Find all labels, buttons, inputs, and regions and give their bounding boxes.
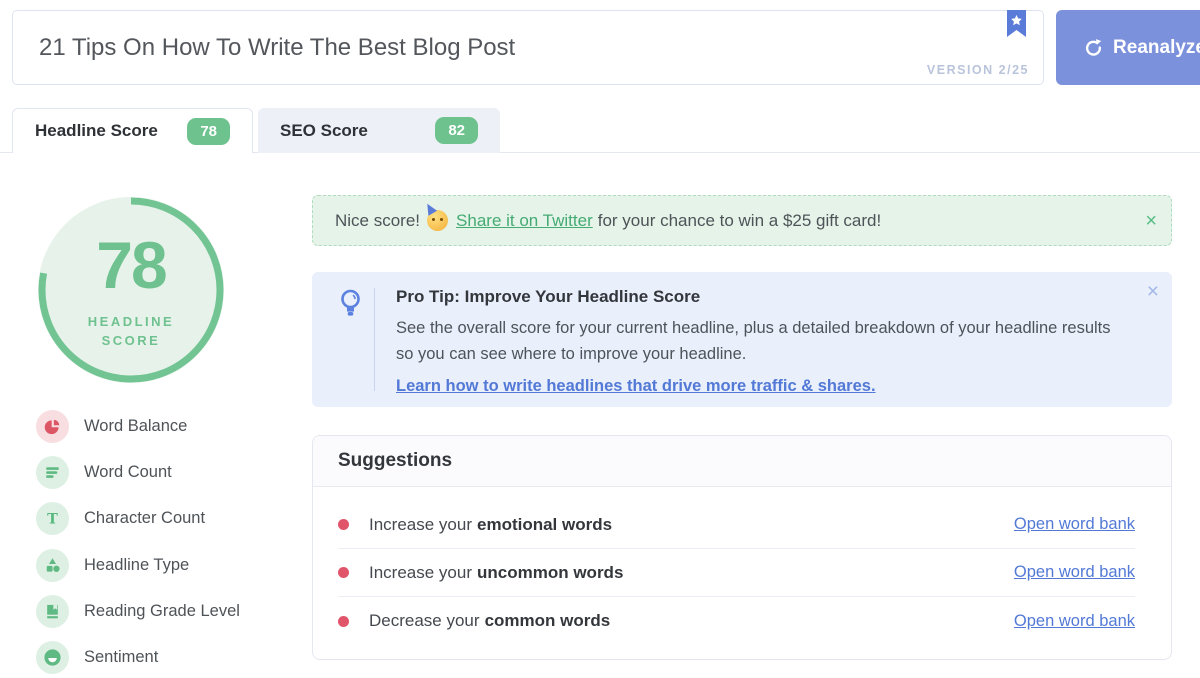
bookmark-icon[interactable] [1007, 10, 1026, 38]
headline-score-badge: 78 [187, 118, 230, 145]
reanalyze-label: Reanalyze [1113, 37, 1200, 59]
suggestion-row-common: Decrease your common words Open word bank [338, 597, 1135, 645]
tab-seo-label: SEO Score [280, 121, 368, 141]
lightbulb-icon [338, 289, 363, 319]
factor-label: Reading Grade Level [84, 602, 240, 621]
factor-headline-type[interactable]: Headline Type [36, 542, 240, 588]
shapes-icon [36, 549, 69, 582]
pie-chart-icon [36, 410, 69, 443]
banner-text-after: for your chance to win a $25 gift card! [598, 211, 882, 231]
headline-text[interactable]: 21 Tips On How To Write The Best Blog Po… [39, 34, 515, 62]
refresh-icon [1084, 37, 1103, 58]
smiley-icon [36, 641, 69, 674]
open-word-bank-link[interactable]: Open word bank [1014, 515, 1135, 534]
factor-list: Word Balance Word Count T Character Coun… [36, 403, 240, 678]
gauge-score-label: HEADLINE SCORE [71, 313, 191, 351]
suggestion-highlight: emotional words [477, 515, 612, 534]
seo-score-badge: 82 [435, 117, 478, 144]
factor-label: Headline Type [84, 556, 189, 575]
reanalyze-button[interactable]: Reanalyze [1056, 10, 1200, 85]
suggestion-highlight: common words [485, 611, 611, 630]
factor-sentiment[interactable]: Sentiment [36, 634, 240, 678]
party-face-emoji-icon [427, 210, 448, 231]
suggestion-text: Increase your [369, 563, 472, 582]
factor-label: Word Balance [84, 417, 187, 436]
suggestions-title: Suggestions [313, 436, 1171, 487]
version-label: VERSION 2/25 [927, 63, 1029, 77]
share-banner: Nice score! Share it on Twitter for your… [312, 195, 1172, 246]
headline-input[interactable]: 21 Tips On How To Write The Best Blog Po… [12, 10, 1044, 85]
suggestion-row-emotional: Increase your emotional words Open word b… [338, 501, 1135, 549]
headline-score-gauge: 78 HEADLINE SCORE [36, 195, 226, 385]
share-twitter-link[interactable]: Share it on Twitter [456, 211, 593, 231]
suggestion-text: Decrease your [369, 611, 480, 630]
pro-tip-title: Pro Tip: Improve Your Headline Score [396, 287, 1128, 307]
suggestion-row-uncommon: Increase your uncommon words Open word ba… [338, 549, 1135, 597]
suggestion-text: Increase your [369, 515, 472, 534]
tab-seo-score[interactable]: SEO Score 82 [258, 108, 500, 153]
pro-tip-body: See the overall score for your current h… [396, 316, 1128, 367]
pro-tip-close-icon[interactable]: × [1147, 281, 1159, 302]
factor-character-count[interactable]: T Character Count [36, 496, 240, 542]
factor-label: Sentiment [84, 648, 158, 667]
factor-word-balance[interactable]: Word Balance [36, 403, 240, 449]
tab-headline-score[interactable]: Headline Score 78 [12, 108, 253, 153]
pro-tip-divider [374, 288, 375, 391]
factor-label: Character Count [84, 509, 205, 528]
open-word-bank-link[interactable]: Open word bank [1014, 612, 1135, 631]
factor-reading-grade-level[interactable]: Reading Grade Level [36, 588, 240, 634]
gauge-score-value: 78 [96, 232, 165, 298]
red-dot-icon [338, 616, 349, 627]
tab-headline-label: Headline Score [35, 121, 158, 141]
book-icon [36, 595, 69, 628]
pro-tip-box: Pro Tip: Improve Your Headline Score See… [312, 272, 1172, 407]
red-dot-icon [338, 519, 349, 530]
banner-close-icon[interactable]: × [1145, 211, 1157, 231]
letter-t-icon: T [36, 502, 69, 535]
factor-word-count[interactable]: Word Count [36, 449, 240, 495]
suggestion-highlight: uncommon words [477, 563, 623, 582]
pro-tip-learn-link[interactable]: Learn how to write headlines that drive … [396, 377, 876, 396]
banner-text-before: Nice score! [335, 211, 420, 231]
red-dot-icon [338, 567, 349, 578]
factor-label: Word Count [84, 463, 172, 482]
open-word-bank-link[interactable]: Open word bank [1014, 563, 1135, 582]
list-lines-icon [36, 456, 69, 489]
suggestions-panel: Suggestions Increase your emotional words… [312, 435, 1172, 660]
svg-text:T: T [47, 512, 58, 528]
